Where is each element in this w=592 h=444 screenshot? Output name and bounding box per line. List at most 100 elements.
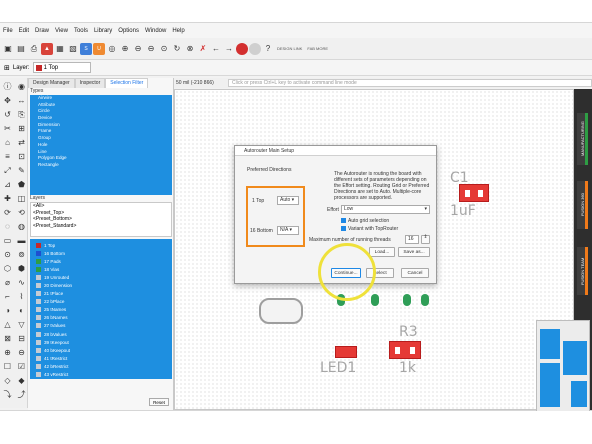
tool-icon[interactable]: ◍: [15, 220, 28, 233]
menu-library[interactable]: Library: [91, 28, 115, 34]
print-icon[interactable]: ⎙: [28, 43, 40, 55]
layer-item[interactable]: 1 Top: [30, 241, 172, 249]
fusion-team-tab[interactable]: FUSION TEAM: [577, 247, 588, 295]
auto-grid-checkbox[interactable]: Auto grid selection: [341, 218, 389, 224]
layer-preset-list[interactable]: <All> <Preset_Top> <Preset_Bottom> <Preset_…: [30, 202, 172, 237]
tool-icon[interactable]: ⊟: [15, 332, 28, 345]
layer-item[interactable]: 22 bPlace: [30, 298, 172, 306]
reset-button[interactable]: Reset: [149, 398, 169, 406]
tab-design-manager[interactable]: Design Manager: [28, 78, 75, 88]
type-item[interactable]: Attribute: [30, 102, 172, 109]
stop-icon[interactable]: [236, 42, 248, 55]
tool-icon[interactable]: ✎: [15, 164, 28, 177]
menu-edit[interactable]: Edit: [16, 28, 32, 34]
undo-icon[interactable]: ←: [210, 43, 222, 55]
layers-list[interactable]: 1 Top 16 Bottom 17 Pads 18 Vias 19 Unrouted 2…: [30, 239, 172, 379]
layer-item[interactable]: 40 bKeepout: [30, 346, 172, 354]
tool-icon[interactable]: ▽: [15, 318, 28, 331]
variant-checkbox[interactable]: Variant with TopRouter: [341, 226, 398, 232]
tool-icon[interactable]: ⎘: [15, 108, 28, 121]
tool-icon[interactable]: ⊿: [1, 178, 14, 191]
tool-icon[interactable]: ⊡: [15, 150, 28, 163]
load-button[interactable]: Load...: [369, 247, 395, 257]
tool-icon[interactable]: ☑: [15, 360, 28, 373]
design-link-button[interactable]: DESIGN LINK: [275, 43, 304, 55]
command-line-input[interactable]: Click or press Ctrl+L key to activate co…: [228, 79, 592, 87]
layer-item[interactable]: 43 vRestrict: [30, 371, 172, 379]
tool-icon[interactable]: ◫: [15, 192, 28, 205]
menu-view[interactable]: View: [52, 28, 71, 34]
tool-icon[interactable]: ☐: [1, 360, 14, 373]
r3-footprint[interactable]: [389, 341, 421, 359]
redo-icon[interactable]: →: [223, 43, 235, 55]
zoom-out2-icon[interactable]: ⊖: [145, 43, 157, 55]
tool-icon[interactable]: ◇: [1, 374, 14, 387]
cam-icon[interactable]: ▲: [41, 42, 53, 55]
tool-icon[interactable]: ⟲: [15, 206, 28, 219]
fab-more-button[interactable]: FAB MORE: [305, 43, 330, 55]
type-item[interactable]: Frame: [30, 128, 172, 135]
layer-item[interactable]: 20 Dimension: [30, 281, 172, 289]
route-icon[interactable]: ✗: [197, 43, 209, 55]
layer-item[interactable]: 19 Unrouted: [30, 273, 172, 281]
fusion360-tab[interactable]: FUSION 360: [577, 181, 588, 229]
layer-item[interactable]: 21 tPlace: [30, 290, 172, 298]
layer-item[interactable]: 39 tKeepout: [30, 338, 172, 346]
tool-icon[interactable]: ▬: [15, 234, 28, 247]
layer-item[interactable]: 41 tRestrict: [30, 354, 172, 362]
open-icon[interactable]: ▣: [2, 43, 14, 55]
layer-item[interactable]: 25 tNames: [30, 306, 172, 314]
zoom-fit-icon[interactable]: ◎: [106, 43, 118, 55]
type-item[interactable]: Device: [30, 115, 172, 122]
tool-icon[interactable]: ⬟: [15, 178, 28, 191]
threads-input[interactable]: 16: [405, 235, 419, 244]
type-item[interactable]: Line: [30, 149, 172, 156]
tool-icon[interactable]: ◆: [15, 374, 28, 387]
tool-icon[interactable]: ↺: [1, 108, 14, 121]
tool-icon[interactable]: △: [1, 318, 14, 331]
effort-select[interactable]: Low ▾: [341, 205, 430, 214]
board-icon[interactable]: ▦: [54, 43, 66, 55]
tool-icon[interactable]: ✥: [1, 94, 14, 107]
tab-inspector[interactable]: Inspector: [74, 78, 106, 88]
layer-item[interactable]: 17 Pads: [30, 257, 172, 265]
c1-footprint[interactable]: [459, 184, 489, 202]
tool-icon[interactable]: ⊖: [15, 346, 28, 359]
types-list[interactable]: Airwire Attribute Circle Device Dimension Fra…: [30, 95, 172, 195]
tool-icon[interactable]: ⌇: [15, 290, 28, 303]
layer-item[interactable]: 16 Bottom: [30, 249, 172, 257]
tool-icon[interactable]: ⌀: [1, 276, 14, 289]
type-item[interactable]: Dimension: [30, 122, 172, 129]
save-as-button[interactable]: Save as...: [398, 247, 430, 257]
led-footprint[interactable]: [335, 346, 357, 358]
tool-icon[interactable]: ▭: [1, 234, 14, 247]
help-icon[interactable]: ?: [262, 43, 274, 55]
menu-file[interactable]: File: [0, 28, 16, 34]
schematic-icon[interactable]: ▧: [67, 43, 79, 55]
tool-icon[interactable]: ⟳: [1, 206, 14, 219]
tool-icon[interactable]: ✚: [1, 192, 14, 205]
zoom-out-icon[interactable]: ⊖: [132, 43, 144, 55]
tool-icon[interactable]: ◉: [15, 80, 28, 93]
scr-icon[interactable]: S: [80, 42, 92, 55]
tool-icon[interactable]: ⌂: [1, 136, 14, 149]
grid-icon[interactable]: ⊞: [4, 64, 10, 72]
redraw-icon[interactable]: ↻: [171, 43, 183, 55]
type-item[interactable]: Airwire: [30, 95, 172, 102]
layer-item[interactable]: 18 Vias: [30, 265, 172, 273]
tool-icon[interactable]: ⊕: [1, 346, 14, 359]
type-item[interactable]: Circle: [30, 108, 172, 115]
cancel-button[interactable]: Cancel: [401, 268, 429, 278]
menu-help[interactable]: Help: [169, 28, 187, 34]
tool-icon[interactable]: ◑: [1, 304, 14, 317]
tool-icon[interactable]: ⬡: [1, 262, 14, 275]
menu-draw[interactable]: Draw: [32, 28, 52, 34]
tool-icon[interactable]: ✂: [1, 122, 14, 135]
tool-icon[interactable]: ◌: [1, 220, 14, 233]
tool-icon[interactable]: ⬢: [15, 262, 28, 275]
save-icon[interactable]: ▤: [15, 43, 27, 55]
menu-options[interactable]: Options: [115, 28, 142, 34]
tool-icon[interactable]: ↔: [15, 94, 28, 107]
type-item[interactable]: Polygon Edge: [30, 155, 172, 162]
ulp-icon[interactable]: U: [93, 42, 105, 55]
